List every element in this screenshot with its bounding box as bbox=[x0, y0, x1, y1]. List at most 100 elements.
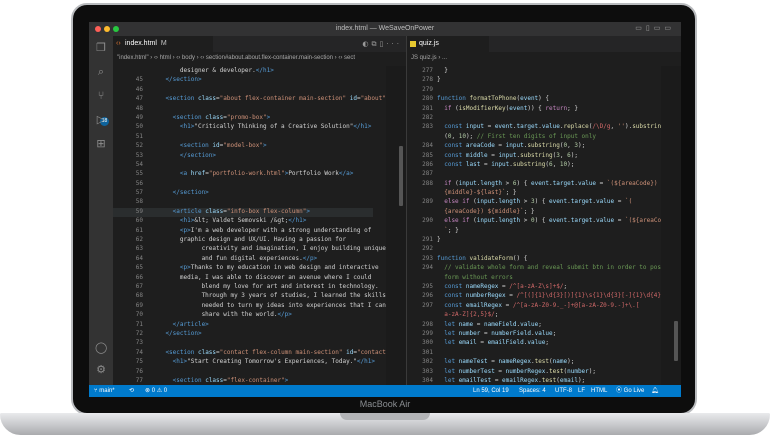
code-line[interactable]: form without errors bbox=[407, 273, 681, 282]
code-line[interactable]: 67 blend my love for art and interest in… bbox=[113, 282, 406, 291]
code-line[interactable]: 51 bbox=[113, 132, 406, 141]
maximize-window-button[interactable] bbox=[113, 26, 119, 32]
code-line[interactable]: a-zA-Z]{2,5}$/; bbox=[407, 310, 681, 319]
code-line[interactable]: 52 <section id="model-box"> bbox=[113, 141, 406, 150]
code-line[interactable]: 55 <a href="portfolio-work.html">Portfol… bbox=[113, 169, 406, 178]
code-line[interactable]: 286 const last = input.substring(6, 10); bbox=[407, 160, 681, 169]
code-line[interactable]: 64 and fun digital experiences.</p> bbox=[113, 254, 406, 263]
encoding[interactable]: UTF-8 bbox=[555, 385, 572, 397]
code-line[interactable]: 71 </article> bbox=[113, 320, 406, 329]
extensions-icon[interactable]: ⊞ bbox=[95, 138, 107, 150]
code-line[interactable]: 47 <section class="about flex-container … bbox=[113, 94, 406, 103]
code-line[interactable]: 50 <h1>"Critically Thinking of a Creativ… bbox=[113, 122, 406, 131]
code-line[interactable]: 282 bbox=[407, 113, 681, 122]
code-line[interactable]: 294 // validate whole form and reveal su… bbox=[407, 263, 681, 272]
scrollbar-thumb-right[interactable] bbox=[674, 321, 678, 361]
code-line[interactable]: 65 <p>Thanks to my education in web desi… bbox=[113, 263, 406, 272]
code-line[interactable]: 53 </section> bbox=[113, 151, 406, 160]
code-line[interactable]: 277 } bbox=[407, 66, 681, 75]
code-line[interactable]: 56 bbox=[113, 179, 406, 188]
go-live-button[interactable]: ⦿ Go Live bbox=[616, 385, 644, 397]
code-line[interactable]: 77 <section class="flex-container"> bbox=[113, 376, 406, 385]
code-line[interactable]: 298 let name = nameField.value; bbox=[407, 320, 681, 329]
sync-icon[interactable]: ⟲ bbox=[129, 385, 134, 397]
line-ending[interactable]: LF bbox=[578, 385, 585, 397]
code-line[interactable]: 288 if (input.length > 6) { event.target… bbox=[407, 179, 681, 188]
code-line[interactable]: 45 </section> bbox=[113, 75, 406, 84]
code-line[interactable]: 76 bbox=[113, 367, 406, 376]
layout-toggle-icons[interactable]: ▭▯▭▭ bbox=[635, 22, 675, 36]
code-line[interactable]: 59 <article class="info-box flex-column"… bbox=[113, 207, 406, 216]
code-line[interactable]: 302 let nameTest = nameRegex.test(name); bbox=[407, 357, 681, 366]
code-line[interactable]: 278} bbox=[407, 75, 681, 84]
code-line[interactable]: 300 let email = emailField.value; bbox=[407, 338, 681, 347]
code-line[interactable]: 281 if (isModifierKey(event)) { return; … bbox=[407, 104, 681, 113]
code-line[interactable]: 61 <p>I'm a web developer with a strong … bbox=[113, 226, 406, 235]
minimap-right[interactable] bbox=[661, 66, 681, 385]
problems-indicator[interactable]: ⊗ 0 ⚠ 0 bbox=[145, 385, 167, 397]
code-line[interactable]: 66 media, I was able to discover an aven… bbox=[113, 273, 406, 282]
code-line[interactable]: (0, 10); // First ten digits of input on… bbox=[407, 132, 681, 141]
source-control-icon[interactable]: ⑂ bbox=[95, 90, 107, 102]
editor-actions[interactable]: ◐⧉▯··· bbox=[362, 36, 402, 52]
code-line[interactable]: 63 creativity and imagination, I enjoy b… bbox=[113, 244, 406, 253]
code-line[interactable]: 304 let emailTest = emailRegex.test(emai… bbox=[407, 376, 681, 385]
code-line[interactable]: 285 const middle = input.substring(3, 6)… bbox=[407, 151, 681, 160]
code-line[interactable]: 57 </section> bbox=[113, 188, 406, 197]
code-line[interactable]: 73 bbox=[113, 338, 406, 347]
code-line[interactable]: 49 <section class="promo-box"> bbox=[113, 113, 406, 122]
code-line[interactable]: {areaCode}) ${middle}`; } bbox=[407, 207, 681, 216]
code-line[interactable]: 69 needed to turn my ideas into experien… bbox=[113, 301, 406, 310]
indentation[interactable]: Spaces: 4 bbox=[519, 385, 546, 397]
code-line[interactable]: 280 function formatToPhone(event) { bbox=[407, 94, 681, 103]
code-line[interactable]: 279 bbox=[407, 85, 681, 94]
branch-indicator[interactable]: ⑂ main* bbox=[94, 385, 115, 397]
close-window-button[interactable] bbox=[95, 26, 101, 32]
code-line[interactable]: 289 else if (input.length > 3) { event.t… bbox=[407, 197, 681, 206]
code-line[interactable]: 290 else if (input.length > 0) { event.t… bbox=[407, 216, 681, 225]
code-line[interactable]: 58 bbox=[113, 197, 406, 206]
code-line[interactable]: 293 function validateForm() { bbox=[407, 254, 681, 263]
code-line[interactable]: 301 bbox=[407, 348, 681, 357]
code-line[interactable]: 291} bbox=[407, 235, 681, 244]
breadcrumb-right[interactable]: JS quiz.js › ... bbox=[407, 52, 681, 64]
code-line[interactable]: 303 let numberTest = numberRegex.test(nu… bbox=[407, 367, 681, 376]
code-line[interactable]: 74 <section class="contact flex-column m… bbox=[113, 348, 406, 357]
minimap[interactable] bbox=[386, 66, 406, 385]
code-line[interactable]: 75 <h1>"Start Creating Tomorrow's Experi… bbox=[113, 357, 406, 366]
code-line[interactable]: 70 share with the world.</p> bbox=[113, 310, 406, 319]
code-line[interactable]: designer & developer.</h1> bbox=[113, 66, 406, 75]
code-line[interactable]: {middle}-${last}`; } bbox=[407, 188, 681, 197]
search-icon[interactable]: ⌕ bbox=[95, 66, 107, 78]
code-line[interactable]: 295 const nameRegex = /^[a-zA-Z\s]+$/; bbox=[407, 282, 681, 291]
code-line[interactable]: 283 const input = event.target.value.rep… bbox=[407, 122, 681, 131]
minimize-window-button[interactable] bbox=[104, 26, 110, 32]
run-debug-icon[interactable]: ▷ bbox=[95, 114, 107, 126]
cursor-position[interactable]: Ln 59, Col 19 bbox=[473, 385, 509, 397]
code-area-js[interactable]: 277 } 278} 279 280 function formatToPhone(ev… bbox=[407, 66, 681, 385]
breadcrumb[interactable]: "index.html" › ‹› html › ‹› body › ‹› se… bbox=[113, 52, 406, 64]
code-line[interactable]: 296 const numberRegex = /^[(]{1}\d{3}[)]… bbox=[407, 291, 681, 300]
code-line[interactable]: 54 bbox=[113, 160, 406, 169]
scrollbar-thumb[interactable] bbox=[399, 146, 403, 206]
code-line[interactable]: 292 bbox=[407, 244, 681, 253]
code-line[interactable]: 62 graphic design and UX/UI. Having a pa… bbox=[113, 235, 406, 244]
language-mode[interactable]: HTML bbox=[591, 385, 607, 397]
code-line[interactable]: 297 const emailRegex = /^[a-zA-Z0-9._-]+… bbox=[407, 301, 681, 310]
code-line[interactable]: 60 <h1>&lt; Valdet Semovski /&gt;</h1> bbox=[113, 216, 406, 225]
code-line[interactable]: 299 let number = numberField.value; bbox=[407, 329, 681, 338]
code-line[interactable]: 68 Through my 3 years of studies, I lear… bbox=[113, 291, 406, 300]
explorer-icon[interactable]: ❐ bbox=[95, 42, 107, 54]
account-icon[interactable]: ◯ bbox=[95, 342, 107, 354]
notifications-bell-icon[interactable]: 🔔︎ bbox=[651, 385, 659, 397]
code-line[interactable]: 48 bbox=[113, 104, 406, 113]
code-area-html[interactable]: designer & developer.</h1> 45 </section> 4… bbox=[113, 66, 406, 385]
code-line[interactable]: 287 bbox=[407, 169, 681, 178]
code-line[interactable]: 284 const areaCode = input.substring(0, … bbox=[407, 141, 681, 150]
code-line[interactable]: 72 </section> bbox=[113, 329, 406, 338]
tab-index-html[interactable]: ‹› index.html M bbox=[113, 36, 213, 52]
settings-gear-icon[interactable]: ⚙ bbox=[95, 364, 107, 376]
code-line[interactable]: 46 bbox=[113, 85, 406, 94]
tab-quiz-js[interactable]: quiz.js bbox=[407, 36, 489, 52]
code-line[interactable]: `; } bbox=[407, 226, 681, 235]
